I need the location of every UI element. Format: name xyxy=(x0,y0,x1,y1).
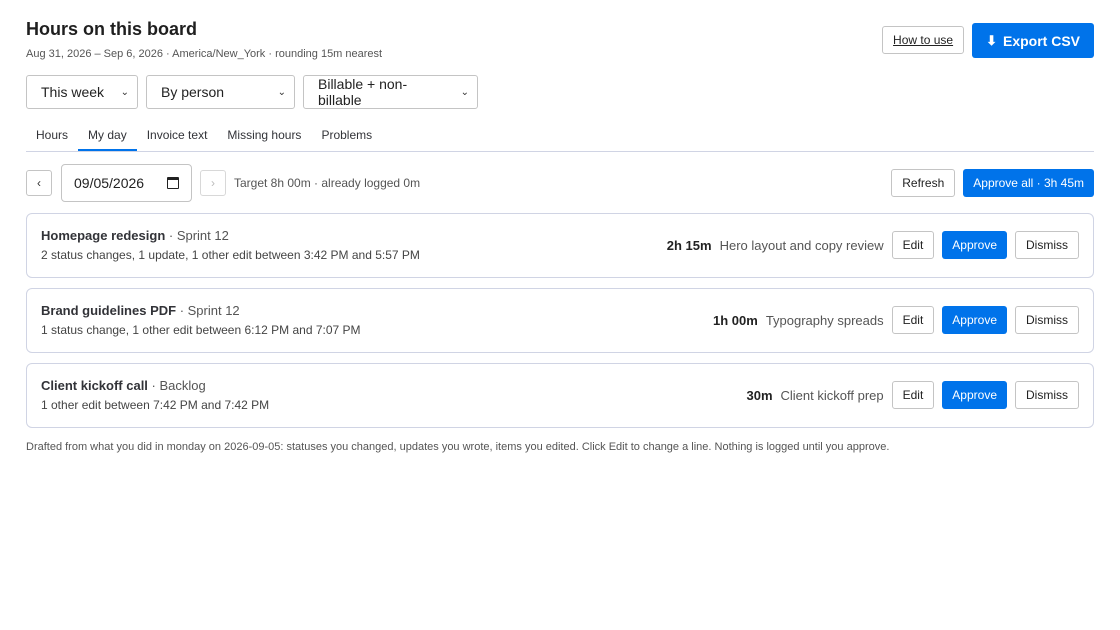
entry-description: 1 status change, 1 other edit between 6:… xyxy=(41,323,361,337)
period-select-value: This week xyxy=(41,84,105,100)
entry-name: Client kickoff call xyxy=(41,378,148,393)
entry-title: Client kickoff call · Backlog xyxy=(41,378,206,393)
next-day-button[interactable]: › xyxy=(200,170,226,196)
page-subtitle: Aug 31, 2026 – Sep 6, 2026 · America/New… xyxy=(26,48,383,60)
prev-day-button[interactable]: ‹ xyxy=(26,170,52,196)
approve-all-button[interactable]: Approve all · 3h 45m xyxy=(963,169,1094,197)
entry-note: Client kickoff prep xyxy=(780,387,884,403)
entry-note: Typography spreads xyxy=(765,312,884,328)
chevron-down-icon: ⌄ xyxy=(277,86,286,98)
entry-sprint: · Backlog xyxy=(147,378,206,393)
header: Hours on this board Aug 31, 2026 – Sep 6… xyxy=(26,18,1094,66)
date-row: ‹ 09/05/2026 › Target 8h 00m · already l… xyxy=(26,163,1094,203)
target-summary: Target 8h 00m · already logged 0m xyxy=(234,176,421,190)
how-to-use-button[interactable]: How to use xyxy=(882,26,965,54)
tab-bar: Hours My day Invoice text Missing hours … xyxy=(26,122,1094,152)
entry-card: Brand guidelines PDF · Sprint 12 1 statu… xyxy=(26,288,1094,353)
header-actions: How to use ⬇ Export CSV xyxy=(882,23,1094,58)
tab-missing-hours[interactable]: Missing hours xyxy=(217,122,311,151)
date-row-actions: Refresh Approve all · 3h 45m xyxy=(891,169,1094,197)
entry-actions: 30m Client kickoff prep Edit Approve Dis… xyxy=(746,381,1079,409)
entry-name: Homepage redesign xyxy=(41,228,166,243)
edit-button[interactable]: Edit xyxy=(891,306,935,334)
entry-card: Homepage redesign · Sprint 12 2 status c… xyxy=(26,213,1094,278)
approve-button[interactable]: Approve xyxy=(942,381,1007,409)
edit-button[interactable]: Edit xyxy=(891,231,935,259)
entry-note: Hero layout and copy review xyxy=(719,237,884,253)
entry-actions: 2h 15m Hero layout and copy review Edit … xyxy=(667,231,1079,259)
entry-sprint: · Sprint 12 xyxy=(176,303,240,318)
billable-select[interactable]: Billable + non-billable ⌄ xyxy=(303,75,478,109)
page-title: Hours on this board xyxy=(26,19,197,39)
entry-sprint: · Sprint 12 xyxy=(165,228,229,243)
calendar-icon[interactable] xyxy=(167,177,179,189)
entry-name: Brand guidelines PDF xyxy=(41,303,177,318)
footnote: Drafted from what you did in monday on 2… xyxy=(26,441,890,453)
export-csv-label: Export CSV xyxy=(1002,32,1080,49)
refresh-button[interactable]: Refresh xyxy=(891,169,956,197)
page: Hours on this board Aug 31, 2026 – Sep 6… xyxy=(0,0,1120,630)
billable-select-value: Billable + non-billable xyxy=(318,76,408,108)
approve-button[interactable]: Approve xyxy=(942,306,1007,334)
entry-duration: 2h 15m xyxy=(666,237,712,253)
entry-title: Brand guidelines PDF · Sprint 12 xyxy=(41,303,240,318)
tab-my-day[interactable]: My day xyxy=(78,122,137,151)
filters: This week ⌄ By person ⌄ Billable + non-b… xyxy=(26,75,478,109)
date-input[interactable]: 09/05/2026 xyxy=(61,164,192,202)
entry-actions: 1h 00m Typography spreads Edit Approve D… xyxy=(713,306,1079,334)
tab-hours[interactable]: Hours xyxy=(26,122,78,151)
chevron-down-icon: ⌄ xyxy=(120,86,129,98)
tab-invoice-text[interactable]: Invoice text xyxy=(137,122,218,151)
entry-description: 2 status changes, 1 update, 1 other edit… xyxy=(41,248,420,262)
dismiss-button[interactable]: Dismiss xyxy=(1015,231,1079,259)
period-select[interactable]: This week ⌄ xyxy=(26,75,138,109)
export-csv-button[interactable]: ⬇ Export CSV xyxy=(972,23,1094,58)
entry-description: 1 other edit between 7:42 PM and 7:42 PM xyxy=(41,398,270,412)
group-by-select-value: By person xyxy=(161,84,225,100)
tab-problems[interactable]: Problems xyxy=(311,122,382,151)
edit-button[interactable]: Edit xyxy=(891,381,935,409)
entry-duration: 1h 00m xyxy=(713,312,758,328)
entry-duration: 30m xyxy=(746,387,773,403)
group-by-select[interactable]: By person ⌄ xyxy=(146,75,295,109)
entry-card: Client kickoff call · Backlog 1 other ed… xyxy=(26,363,1094,428)
dismiss-button[interactable]: Dismiss xyxy=(1015,306,1079,334)
date-input-value: 09/05/2026 xyxy=(74,175,145,191)
download-icon: ⬇ xyxy=(986,32,997,48)
approve-button[interactable]: Approve xyxy=(942,231,1007,259)
chevron-down-icon: ⌄ xyxy=(460,86,469,98)
entry-title: Homepage redesign · Sprint 12 xyxy=(41,228,229,243)
dismiss-button[interactable]: Dismiss xyxy=(1015,381,1079,409)
